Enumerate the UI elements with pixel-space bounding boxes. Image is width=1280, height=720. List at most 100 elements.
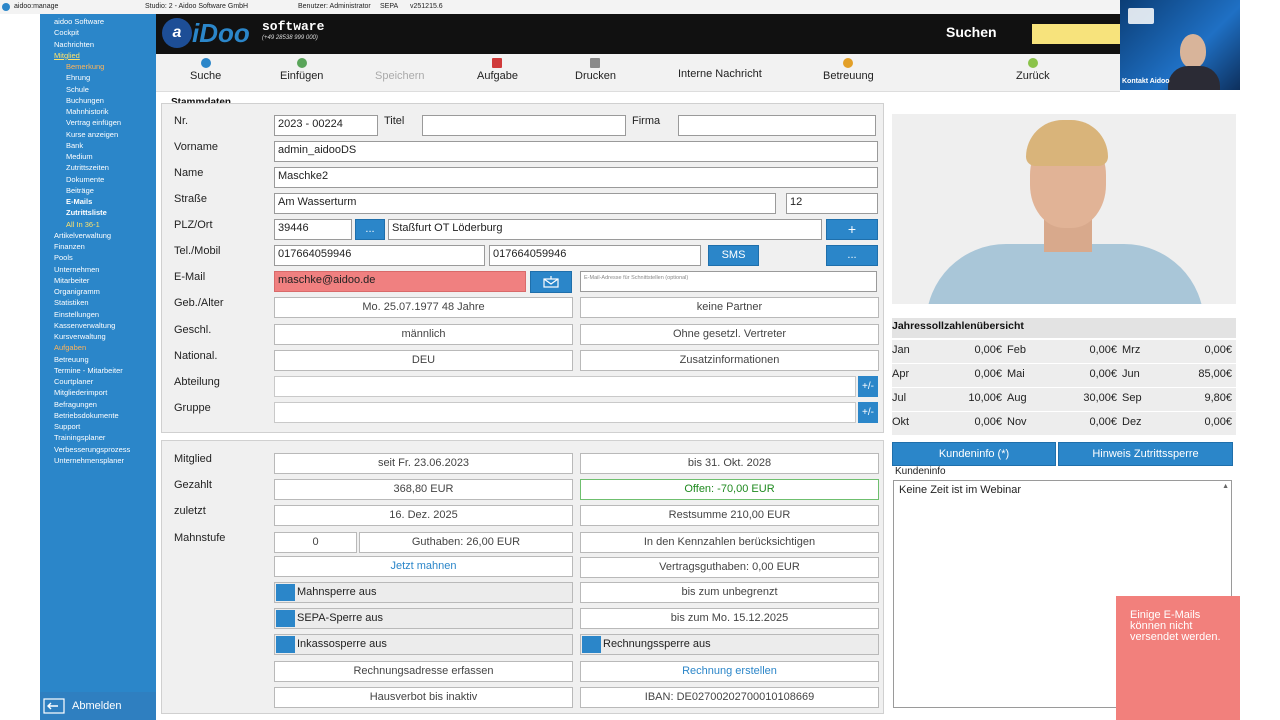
sepa-block-toggle[interactable]: SEPA-Sperre aus [274, 608, 573, 629]
member-photo[interactable] [892, 114, 1236, 304]
sidebar-item-all-in-36-1[interactable]: All In 36-1 [66, 220, 100, 229]
remaining-sum-field[interactable]: Restsumme 210,00 EUR [580, 505, 879, 526]
task-button[interactable]: Aufgabe [477, 58, 518, 82]
collection-block-toggle[interactable]: Inkassosperre aus [274, 634, 573, 655]
kpi-consider-field[interactable]: In den Kennzahlen berücksichtigen [580, 532, 879, 553]
sidebar-item-pools[interactable]: Pools [54, 253, 73, 262]
sidebar-item-statistiken[interactable]: Statistiken [54, 298, 89, 307]
nationality-field[interactable]: DEU [274, 350, 573, 371]
sms-button[interactable]: SMS [708, 245, 759, 266]
collection-block-checkbox[interactable] [276, 636, 295, 653]
sidebar-item-kassenverwaltung[interactable]: Kassenverwaltung [54, 321, 115, 330]
sidebar-item-betriebsdokumente[interactable]: Betriebsdokumente [54, 411, 119, 420]
credit-field[interactable]: Guthaben: 26,00 EUR [359, 532, 573, 553]
search-input[interactable] [1032, 24, 1120, 44]
internal-message-button[interactable]: Interne Nachricht [678, 68, 762, 80]
sidebar-item-mitarbeiter[interactable]: Mitarbeiter [54, 276, 89, 285]
sidebar-item-ehrung[interactable]: Ehrung [66, 73, 90, 82]
sidebar-item-bemerkung[interactable]: Bemerkung [66, 62, 104, 71]
sidebar-item-einstellungen[interactable]: Einstellungen [54, 310, 99, 319]
sidebar-item-dokumente[interactable]: Dokumente [66, 175, 104, 184]
invoice-block-checkbox[interactable] [582, 636, 601, 653]
plz-field[interactable]: 39446 [274, 219, 352, 240]
insert-button[interactable]: Einfügen [280, 58, 323, 82]
print-button[interactable]: Drucken [575, 58, 616, 82]
email-field[interactable]: maschke@aidoo.de [274, 271, 526, 292]
search-button[interactable]: Suche [190, 58, 221, 82]
customer-info-button[interactable]: Kundeninfo (*) [892, 442, 1056, 466]
gender-field[interactable]: männlich [274, 324, 573, 345]
sidebar-item-organigramm[interactable]: Organigramm [54, 287, 100, 296]
partner-field[interactable]: keine Partner [580, 297, 879, 318]
gruppe-field[interactable] [274, 402, 856, 423]
sidebar-item-termine-mitarbeiter[interactable]: Termine - Mitarbeiter [54, 366, 123, 375]
last-payment-field[interactable]: 16. Dez. 2025 [274, 505, 573, 526]
dunning-level-field[interactable]: 0 [274, 532, 357, 553]
sidebar-item-schule[interactable]: Schule [66, 85, 89, 94]
plz-lookup-button[interactable]: ... [355, 219, 385, 240]
sidebar-item-zutrittszeiten[interactable]: Zutrittszeiten [66, 163, 109, 172]
dunning-block-toggle[interactable]: Mahnsperre aus [274, 582, 573, 603]
name-field[interactable]: Maschke2 [274, 167, 878, 188]
additional-info-field[interactable]: Zusatzinformationen [580, 350, 879, 371]
send-email-button[interactable] [530, 271, 572, 293]
logout-button[interactable]: Abmelden [40, 692, 156, 720]
sidebar-item-bank[interactable]: Bank [66, 141, 83, 150]
titel-field[interactable] [422, 115, 626, 136]
sidebar-item-medium[interactable]: Medium [66, 152, 93, 161]
dunning-now-button[interactable]: Jetzt mahnen [274, 556, 573, 577]
sidebar-item-nachrichten[interactable]: Nachrichten [54, 40, 94, 49]
sidebar-item-beiträge[interactable]: Beiträge [66, 186, 94, 195]
save-button[interactable]: Speichern [375, 58, 425, 82]
dunning-block-until-field[interactable]: bis zum unbegrenzt [580, 582, 879, 603]
betreuung-button[interactable]: Betreuung [823, 58, 874, 82]
birthdate-field[interactable]: Mo. 25.07.1977 48 Jahre [274, 297, 573, 318]
guardian-field[interactable]: Ohne gesetzl. Vertreter [580, 324, 879, 345]
sidebar-item-unternehmen[interactable]: Unternehmen [54, 265, 99, 274]
sidebar-item-support[interactable]: Support [54, 422, 80, 431]
dunning-block-checkbox[interactable] [276, 584, 295, 601]
create-invoice-button[interactable]: Rechnung erstellen [580, 661, 879, 682]
access-block-hint-button[interactable]: Hinweis Zutrittssperre [1058, 442, 1233, 466]
email-alt-field[interactable]: E-Mail-Adresse für Schnittstellen (optio… [580, 271, 877, 292]
sepa-block-checkbox[interactable] [276, 610, 295, 627]
hausnr-field[interactable]: 12 [786, 193, 878, 214]
add-address-button[interactable]: + [826, 219, 878, 240]
iban-field[interactable]: IBAN: DE02700202700010108669 [580, 687, 879, 708]
member-until-field[interactable]: bis 31. Okt. 2028 [580, 453, 879, 474]
contract-credit-field[interactable]: Vertragsguthaben: 0,00 EUR [580, 557, 879, 578]
sidebar-item-mitglied[interactable]: Mitglied [54, 51, 80, 60]
invoice-block-toggle[interactable]: Rechnungssperre aus [580, 634, 879, 655]
nr-field[interactable]: 2023 - 00224 [274, 115, 378, 136]
ort-field[interactable]: Staßfurt OT Löderburg [388, 219, 822, 240]
billing-address-button[interactable]: Rechnungsadresse erfassen [274, 661, 573, 682]
abteilung-field[interactable] [274, 376, 856, 397]
sidebar-item-mahnhistorik[interactable]: Mahnhistorik [66, 107, 109, 116]
tel-more-button[interactable]: ... [826, 245, 878, 266]
sidebar-item-kursverwaltung[interactable]: Kursverwaltung [54, 332, 106, 341]
sepa-block-until-field[interactable]: bis zum Mo. 15.12.2025 [580, 608, 879, 629]
email-warning-toast[interactable]: Einige E-Mails können nicht versendet we… [1116, 596, 1240, 720]
paid-field[interactable]: 368,80 EUR [274, 479, 573, 500]
sidebar-item-buchungen[interactable]: Buchungen [66, 96, 104, 105]
abteilung-plusminus-button[interactable]: +/- [858, 376, 878, 397]
sidebar-item-finanzen[interactable]: Finanzen [54, 242, 85, 251]
vorname-field[interactable]: admin_aidooDS [274, 141, 878, 162]
sidebar-item-aidoo-software[interactable]: aidoo Software [54, 17, 104, 26]
open-balance-field[interactable]: Offen: -70,00 EUR [580, 479, 879, 500]
sidebar-item-vertrag-einfügen[interactable]: Vertrag einfügen [66, 118, 121, 127]
tel-field[interactable]: 017664059946 [274, 245, 485, 266]
gruppe-plusminus-button[interactable]: +/- [858, 402, 878, 423]
sidebar-item-artikelverwaltung[interactable]: Artikelverwaltung [54, 231, 111, 240]
back-button[interactable]: Zurück [1016, 58, 1050, 82]
scroll-up-icon[interactable]: ▲ [1222, 483, 1229, 490]
sidebar-item-zutrittsliste[interactable]: Zutrittsliste [66, 208, 107, 217]
sidebar-item-cockpit[interactable]: Cockpit [54, 28, 79, 37]
house-ban-field[interactable]: Hausverbot bis inaktiv [274, 687, 573, 708]
sidebar-item-verbesserungsprozess[interactable]: Verbesserungsprozess [54, 445, 130, 454]
firma-field[interactable] [678, 115, 876, 136]
strasse-field[interactable]: Am Wasserturm [274, 193, 776, 214]
sidebar-item-courtplaner[interactable]: Courtplaner [54, 377, 93, 386]
sidebar-item-kurse-anzeigen[interactable]: Kurse anzeigen [66, 130, 118, 139]
sidebar-item-betreuung[interactable]: Betreuung [54, 355, 89, 364]
